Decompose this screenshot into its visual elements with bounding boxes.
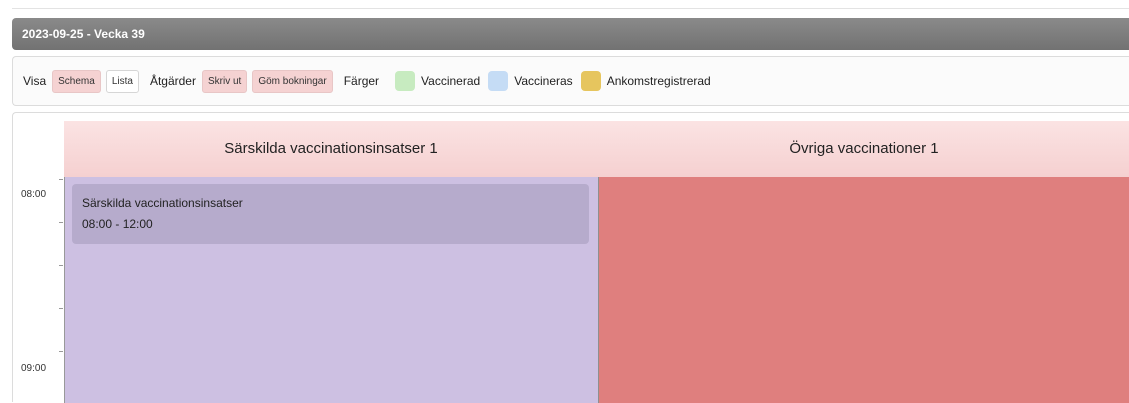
time-tick [59,222,63,223]
atgarder-label: Åtgärder [149,74,196,88]
date-header: 2023-09-25 - Vecka 39 [12,18,1129,50]
vaccineras-swatch [488,71,509,91]
calendar-view: Särskilda vaccinationsinsatser 1 Övriga … [12,112,1129,403]
farger-label: Färger [343,74,380,88]
vaccinerad-swatch [395,71,416,91]
time-tick [59,179,63,180]
schema-button[interactable]: Schema [52,69,101,93]
vaccineras-legend-label: Vaccineras [514,74,573,88]
ankomstregistrerad-legend-label: Ankomstregistrerad [606,74,711,88]
time-label-0900: 09:00 [21,363,47,374]
time-tick [59,308,63,309]
top-divider [12,8,1129,9]
ankomstregistrerad-swatch [580,71,601,91]
toolbar: Visa Schema Lista Åtgärder Skriv ut Göm … [12,56,1129,106]
vaccinerad-legend-label: Vaccinerad [421,74,481,88]
date-title: 2023-09-25 - Vecka 39 [22,27,145,41]
booking-event[interactable]: Särskilda vaccinationsinsatser 08:00 - 1… [72,184,589,244]
column-body-sarskilda[interactable]: Särskilda vaccinationsinsatser 08:00 - 1… [64,177,598,403]
column-body-ovriga[interactable] [598,177,1129,403]
time-tick [59,351,63,352]
gom-bokningar-button[interactable]: Göm bokningar [252,69,333,93]
time-tick [59,265,63,266]
skriv-ut-button[interactable]: Skriv ut [201,69,248,93]
column-header-sarskilda: Särskilda vaccinationsinsatser 1 [224,140,438,157]
visa-label: Visa [23,74,47,88]
time-gutter: 08:00 09:00 [13,177,64,403]
event-time: 08:00 - 12:00 [82,217,153,231]
time-label-0800: 08:00 [21,189,47,200]
event-title: Särskilda vaccinationsinsatser [82,196,243,210]
lista-button[interactable]: Lista [105,69,139,93]
column-header-ovriga: Övriga vaccinationer 1 [789,140,939,157]
